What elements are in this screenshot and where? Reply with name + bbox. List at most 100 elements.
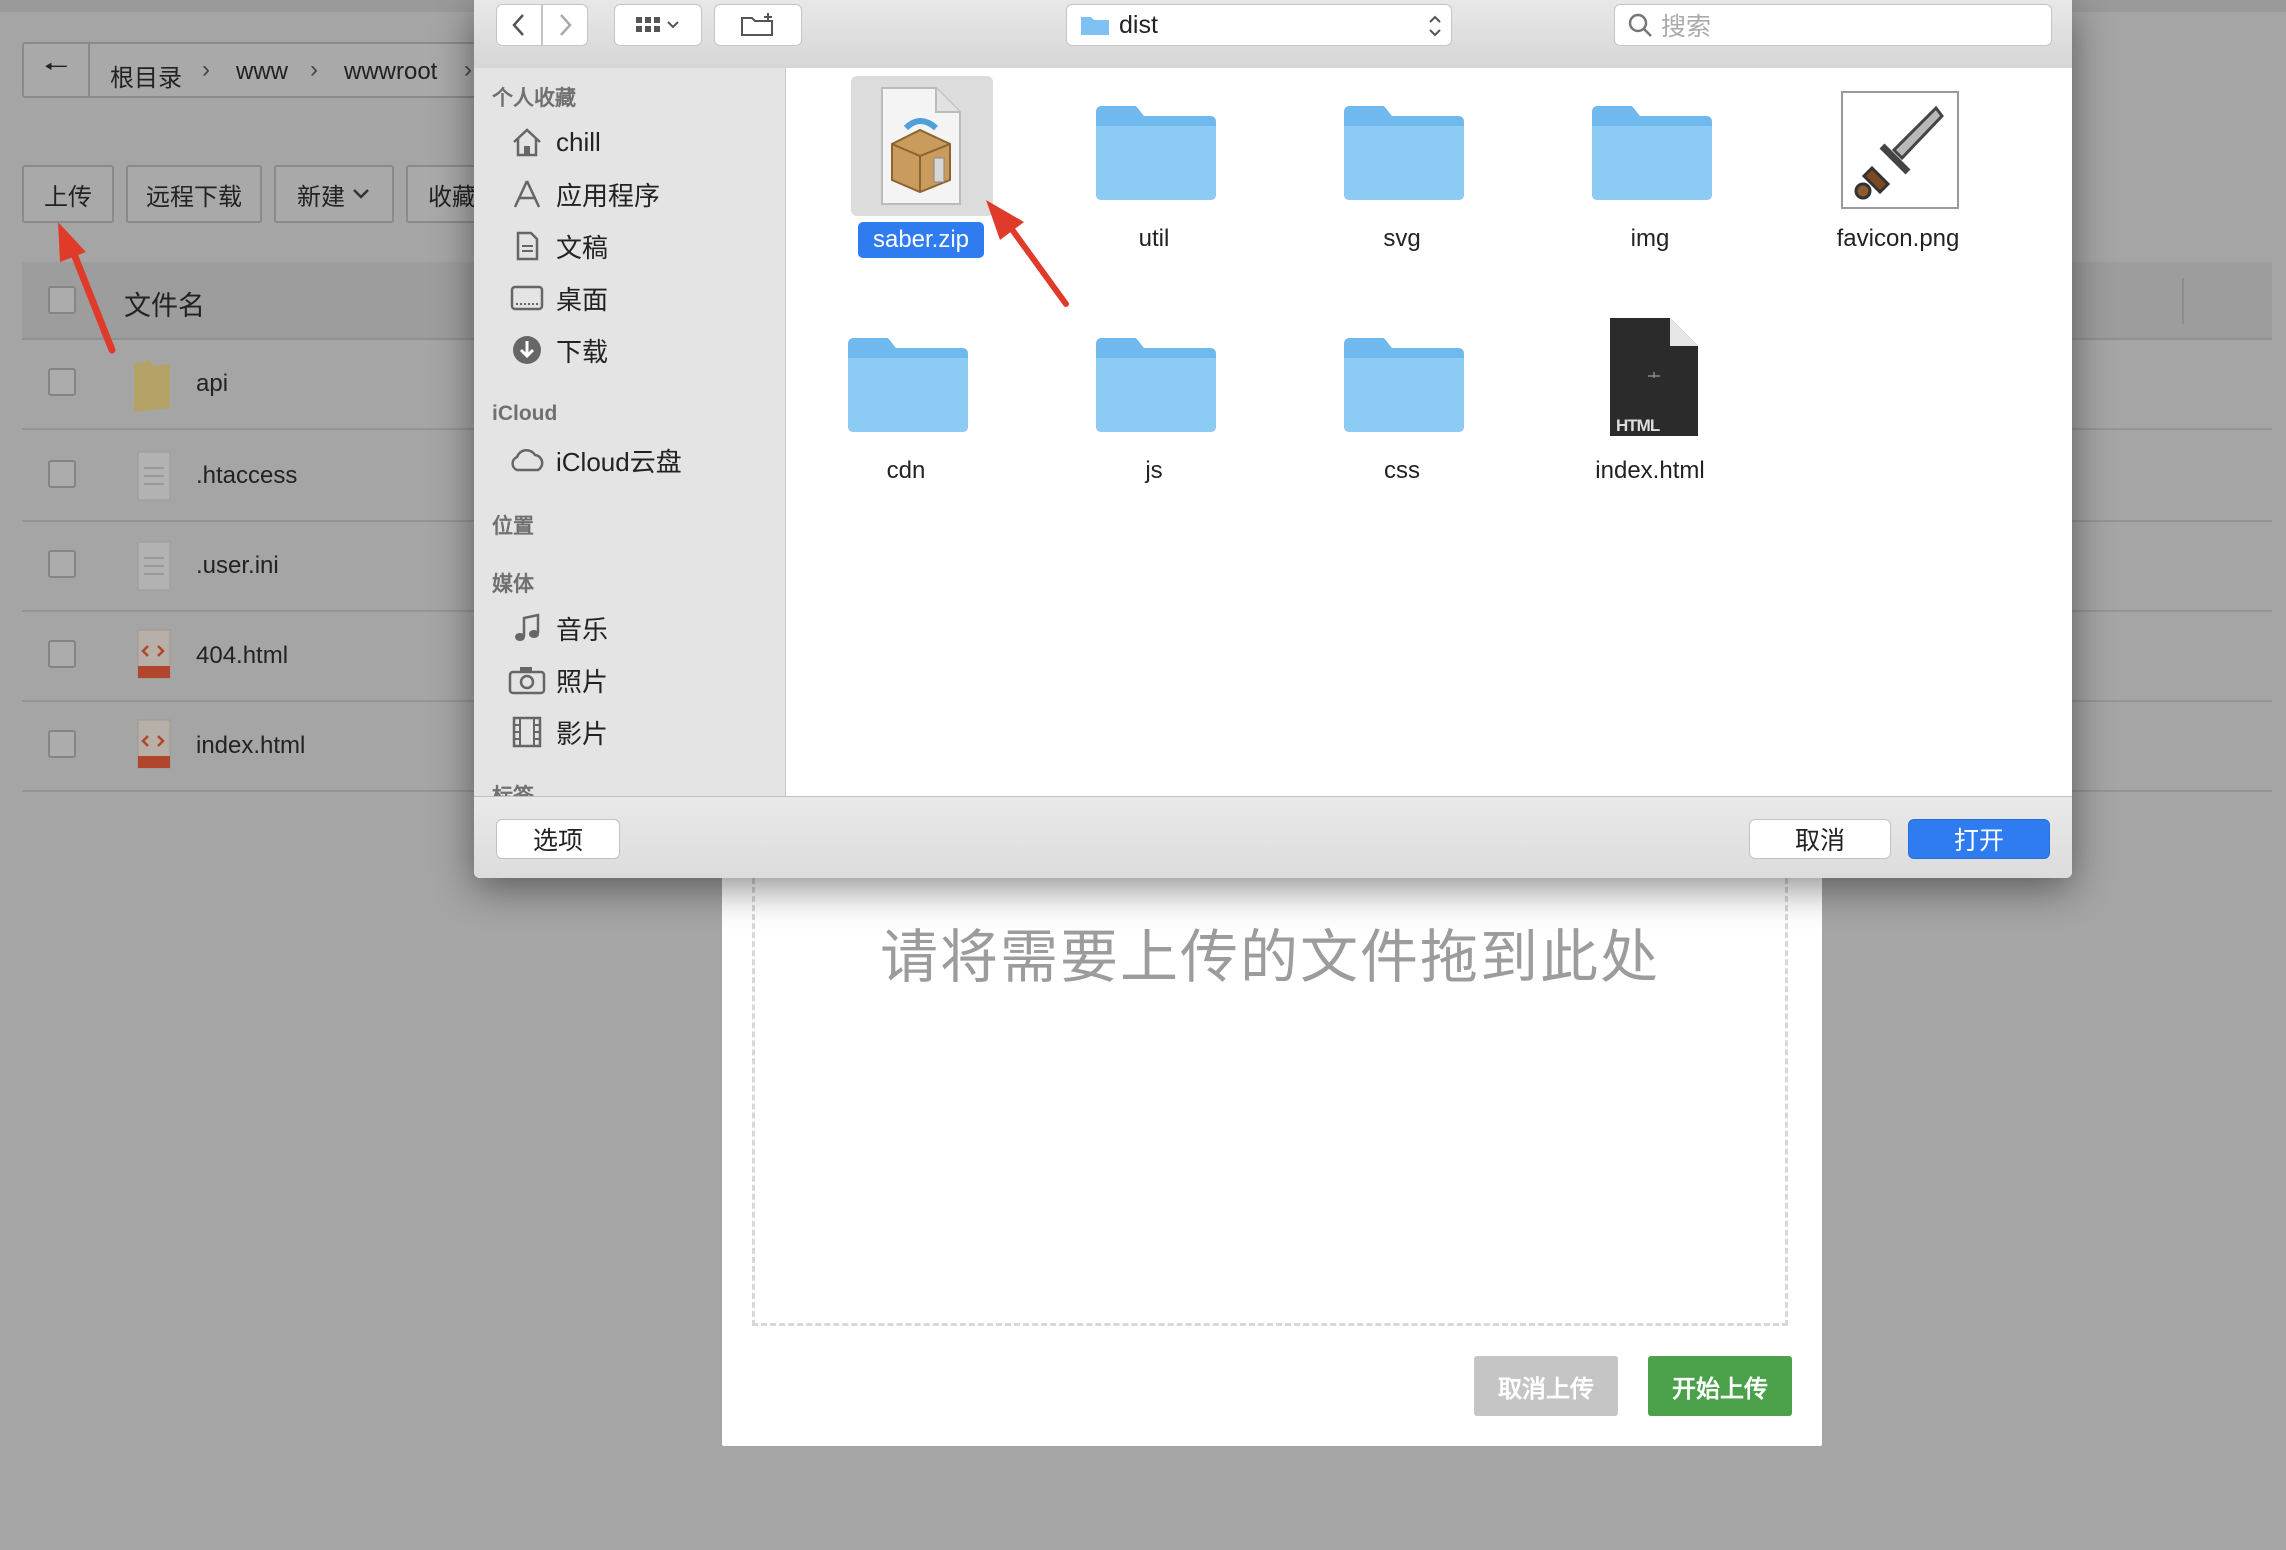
back-arrow-icon[interactable]: 🠐 [24, 44, 90, 96]
camera-icon [508, 662, 546, 698]
sidebar-item-home[interactable]: chill [508, 122, 601, 162]
html-badge: HTML [1616, 416, 1660, 435]
sidebar-item-photos[interactable]: 照片 [508, 660, 608, 700]
back-button[interactable] [496, 4, 542, 46]
upload-button[interactable]: 上传 [22, 165, 114, 223]
path-popup[interactable]: dist [1066, 4, 1452, 46]
file-item-index-html[interactable]: HTML index.html [1550, 304, 1750, 504]
sidebar-item-downloads[interactable]: 下载 [508, 330, 608, 370]
chevron-down-icon [353, 189, 369, 199]
file-item-cdn[interactable]: cdn [806, 304, 1006, 504]
file-item-svg[interactable]: svg [1302, 72, 1502, 272]
file-item-saber-zip[interactable]: saber.zip [800, 72, 1000, 272]
cancel-upload-button[interactable]: 取消上传 [1474, 1356, 1618, 1416]
file-name[interactable]: 404.html [196, 642, 288, 670]
file-icon [137, 541, 171, 591]
file-item-img[interactable]: img [1550, 72, 1750, 272]
row-checkbox[interactable] [48, 640, 76, 668]
sword-image-icon [1841, 91, 1959, 209]
file-item-js[interactable]: js [1054, 304, 1254, 504]
item-label: favicon.png [1836, 225, 1960, 252]
sidebar-item-label: 下载 [556, 336, 609, 367]
search-field[interactable]: 搜索 [1614, 4, 2052, 46]
archive-icon [881, 87, 961, 205]
column-divider [2182, 278, 2184, 324]
sidebar-item-label: chill [556, 126, 601, 157]
file-name[interactable]: .user.ini [196, 552, 279, 580]
search-icon [1628, 13, 1652, 37]
sidebar-item-music[interactable]: 音乐 [508, 608, 608, 648]
search-placeholder: 搜索 [1661, 13, 1712, 41]
new-label: 新建 [297, 183, 345, 211]
file-name[interactable]: api [196, 370, 228, 398]
view-mode-button[interactable] [614, 4, 702, 46]
dialog-footer: 选项 取消 打开 [474, 796, 2072, 878]
item-label: index.html [1595, 457, 1705, 484]
breadcrumb-wwwroot[interactable]: wwwroot [344, 58, 437, 86]
file-open-dialog: dist 搜索 个人收藏 chill 应用程序 文稿 桌面 下载 iCloud … [474, 0, 2072, 878]
file-browser-grid: saber.zip util svg img favicon.png cdn j… [786, 68, 2072, 796]
folder-icon [1592, 106, 1712, 200]
remote-download-button[interactable]: 远程下载 [126, 165, 262, 223]
sidebar-item-label: 应用程序 [556, 180, 661, 211]
cancel-button[interactable]: 取消 [1749, 819, 1891, 859]
drop-zone[interactable]: 请将需要上传的文件拖到此处 [752, 860, 1788, 1326]
row-checkbox[interactable] [48, 368, 76, 396]
sidebar-item-label: 桌面 [556, 284, 609, 315]
sidebar-item-label: 照片 [556, 666, 609, 697]
file-name[interactable]: .htaccess [196, 462, 297, 490]
cloud-icon [508, 442, 546, 478]
open-button[interactable]: 打开 [1908, 819, 2050, 859]
download-icon [508, 332, 546, 368]
sidebar-item-label: 文稿 [556, 232, 609, 263]
sidebar-item-desktop[interactable]: 桌面 [508, 278, 608, 318]
annotation-arrow [986, 200, 1069, 307]
item-label: js [1145, 457, 1163, 484]
file-item-util[interactable]: util [1054, 72, 1254, 272]
chevron-right-icon: › [202, 56, 210, 83]
new-folder-button[interactable] [714, 4, 802, 46]
new-folder-icon [741, 13, 773, 36]
forward-button[interactable] [542, 4, 588, 46]
home-icon [508, 124, 546, 160]
folder-icon [1081, 17, 1109, 35]
row-checkbox[interactable] [48, 550, 76, 578]
music-icon [508, 610, 546, 646]
icon-grid-icon [636, 17, 679, 32]
path-label: dist [1119, 10, 1158, 39]
item-label: css [1384, 457, 1420, 484]
start-upload-button[interactable]: 开始上传 [1648, 1356, 1792, 1416]
row-checkbox[interactable] [48, 460, 76, 488]
folder-icon [134, 360, 170, 412]
breadcrumb-www[interactable]: www [236, 58, 288, 86]
row-checkbox[interactable] [48, 730, 76, 758]
breadcrumb-root[interactable]: 根目录 [110, 58, 182, 93]
sidebar-item-documents[interactable]: 文稿 [508, 226, 608, 266]
item-label: img [1630, 225, 1670, 252]
filename-column-header[interactable]: 文件名 [124, 284, 205, 323]
folder-icon [1096, 338, 1216, 432]
html-file-icon [137, 719, 171, 769]
drop-hint-text: 请将需要上传的文件拖到此处 [879, 925, 1660, 990]
document-icon [508, 228, 546, 264]
annotation-arrow [58, 222, 116, 354]
file-item-favicon-png[interactable]: favicon.png [1798, 72, 1998, 272]
new-dropdown-button[interactable]: 新建 [274, 165, 394, 223]
tags-section-title: 标签 [492, 780, 534, 796]
applications-icon [508, 176, 546, 212]
sidebar-item-label: 音乐 [556, 614, 609, 645]
icloud-section-title: iCloud [492, 402, 558, 425]
file-item-css[interactable]: css [1302, 304, 1502, 504]
chevron-right-icon: › [310, 56, 318, 83]
sidebar-item-label: iCloud云盘 [556, 446, 682, 477]
dialog-toolbar: dist 搜索 [474, 0, 2072, 69]
sidebar-item-movies[interactable]: 影片 [508, 712, 608, 752]
item-label: cdn [886, 457, 926, 484]
film-icon [508, 714, 546, 750]
item-label: util [1138, 225, 1170, 252]
file-name[interactable]: index.html [196, 732, 305, 760]
options-button[interactable]: 选项 [496, 819, 620, 859]
selected-file-label: saber.zip [858, 222, 984, 258]
sidebar-item-applications[interactable]: 应用程序 [508, 174, 660, 214]
sidebar-item-icloud-drive[interactable]: iCloud云盘 [508, 440, 682, 480]
